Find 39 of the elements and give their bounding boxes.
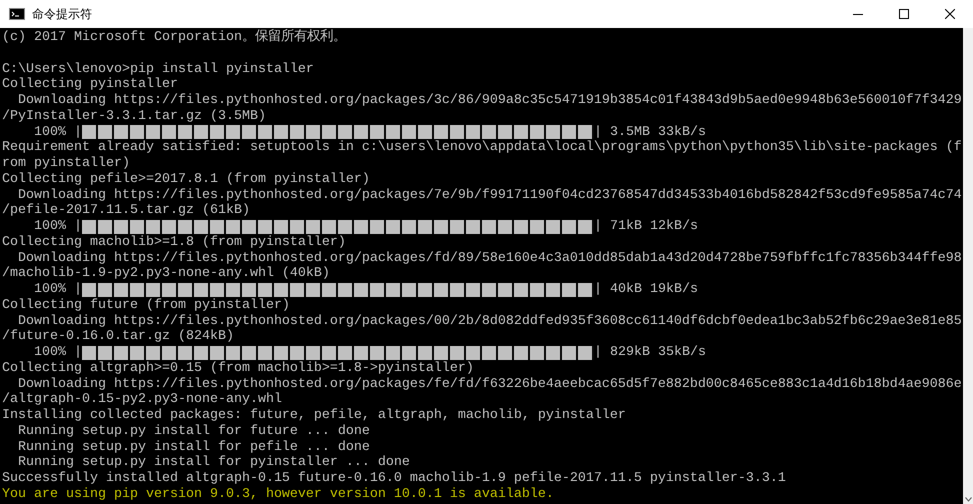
maximize-icon [899, 9, 909, 19]
close-icon [945, 9, 955, 19]
console-line: Collecting future (from pyinstaller) [2, 298, 290, 314]
scroll-down-icon[interactable] [964, 497, 972, 502]
console-line: (c) 2017 Microsoft Corporation。保留所有权利。 [2, 30, 346, 46]
console-line: Collecting pyinstaller [2, 77, 178, 93]
console-line: /macholib-1.9-py2.py3-none-any.whl (40kB) [2, 266, 330, 282]
console-line: Successfully installed altgraph-0.15 future-0.16.0 macholib-1.9 pefile-2017.11.5 pyinstaller-3.3.1 [2, 471, 786, 487]
console-line: Downloading https://files.pythonhosted.org/packages/00/2b/8d082ddfed935f3608cc61140df6dcbf0edea1bc3ab52fb6c29ae3e81e85 [16, 314, 962, 329]
console-line: Running setup.py install for pyinstaller ... done [16, 455, 410, 471]
progress-reading: | 71kB 12kB/s [594, 219, 698, 235]
progress-reading: | 829kB 35kB/s [594, 345, 706, 361]
console-line: /altgraph-0.15-py2.py3-none-any.whl [2, 392, 282, 408]
console-line: Downloading https://files.pythonhosted.org/packages/fe/fd/f63226be4aeebcac65d5f7e882bd00c8465ce883c1a4d16b18bd4ae9086e [16, 376, 962, 392]
console-line: Running setup.py install for pefile ... done [16, 440, 370, 455]
progress-percent: 100% | [32, 282, 82, 298]
console-line: Installing collected packages: future, pefile, altgraph, macholib, pyinstaller [2, 408, 626, 424]
console-line: Requirement already satisfied: setuptools in c:\users\lenovo\appdata\local\programs\python\python35\lib\site-packages (f [2, 140, 962, 156]
console-line: /pefile-2017.11.5.tar.gz (61kB) [2, 203, 250, 219]
progress-percent: 100% | [32, 345, 82, 361]
terminal-icon [9, 8, 25, 20]
window-title: 命令提示符 [32, 6, 92, 23]
console-line: Downloading https://files.pythonhosted.org/packages/7e/9b/f99171190f04cd23768547dd34533b4016bd582842f53cd9fe9585a74c74 [16, 188, 962, 203]
console-line: Downloading https://files.pythonhosted.org/packages/fd/89/58e160e4c3a010dd85dab1a43d20d4728be759fbffc1fc78356b344ffe98 [16, 250, 962, 266]
progress-reading: | 40kB 19kB/s [594, 282, 698, 298]
progress-percent: 100% | [32, 219, 82, 235]
console-line: Collecting macholib>=1.8 (from pyinstaller) [2, 234, 346, 250]
scrollbar[interactable] [963, 28, 973, 504]
console-line: /future-0.16.0.tar.gz (824kB) [2, 329, 234, 345]
console-line: Downloading https://files.pythonhosted.org/packages/3c/86/909a8c35c5471919b3854c01f43843d9b5aed0e9948b63e560010f7f3429 [16, 93, 962, 109]
progress-reading: | 3.5MB 33kB/s [594, 124, 706, 140]
console-line: Collecting altgraph>=0.15 (from macholib>=1.8->pyinstaller) [2, 360, 474, 376]
console-line: Collecting pefile>=2017.8.1 (from pyinstaller) [2, 172, 370, 188]
console-line: Running setup.py install for future ... done [16, 424, 370, 440]
console-line: /PyInstaller-3.3.1.tar.gz (3.5MB) [2, 108, 266, 124]
console-line: C:\Users\lenovo>pip install pyinstaller [2, 62, 314, 77]
warning-line: You are using pip version 9.0.3, however version 10.0.1 is available. [2, 486, 554, 502]
progress-percent: 100% | [32, 124, 82, 140]
console-line: rom pyinstaller) [2, 156, 130, 172]
